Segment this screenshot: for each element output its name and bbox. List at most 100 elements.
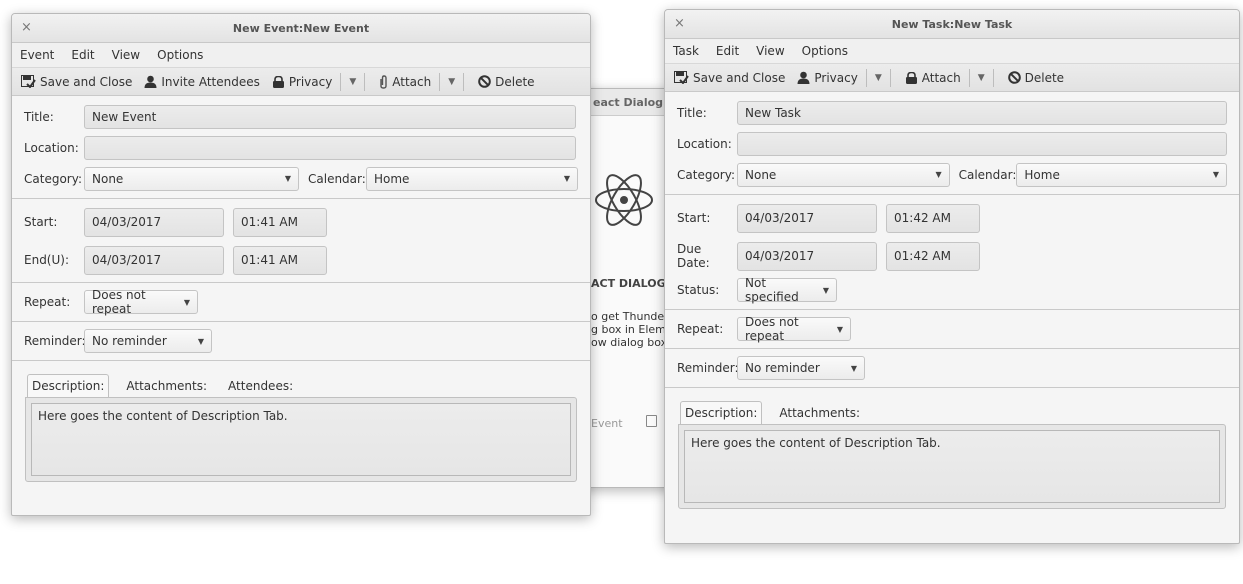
location-row: Location:	[24, 132, 578, 163]
location-input[interactable]	[737, 131, 1227, 156]
person-icon	[797, 71, 810, 84]
location-label: Location:	[677, 136, 732, 151]
attach-button[interactable]: Attach	[379, 75, 431, 89]
calendar-select[interactable]: Home ▼	[1016, 162, 1227, 187]
start-label: Start:	[24, 215, 58, 229]
invite-attendees-button[interactable]: Invite Attendees	[144, 75, 260, 89]
privacy-dropdown-arrow-icon[interactable]: ▼	[875, 73, 882, 83]
repeat-select[interactable]: Does not repeat ▼	[737, 315, 851, 343]
tab-attendees[interactable]: Attendees:	[224, 375, 297, 397]
attach-label: Attach	[921, 70, 961, 85]
description-textarea[interactable]: Here goes the content of Description Tab…	[684, 430, 1220, 503]
end-time-input[interactable]: 01:41 AM	[233, 245, 327, 275]
menu-options[interactable]: Options	[802, 44, 848, 58]
save-and-close-label: Save and Close	[693, 70, 786, 85]
save-and-close-label: Save and Close	[40, 74, 133, 89]
end-date-input[interactable]: 04/03/2017	[84, 245, 224, 275]
reminder-label: Reminder:	[677, 361, 739, 375]
save-and-close-button[interactable]: Save and Close	[674, 71, 785, 85]
close-icon[interactable]: ×	[674, 16, 685, 31]
menu-task[interactable]: Task	[673, 44, 699, 58]
menu-view[interactable]: View	[112, 48, 140, 62]
atom-icon	[593, 169, 655, 234]
category-row: Category: None ▼ Calendar: Home ▼	[24, 163, 578, 194]
calendar-value: Home	[374, 171, 410, 186]
no-entry-icon	[1007, 71, 1021, 84]
tab-description[interactable]: Description:	[680, 401, 763, 424]
description-textarea[interactable]: Here goes the content of Description Tab…	[31, 403, 571, 476]
menu-edit[interactable]: Edit	[71, 48, 94, 62]
toolbar-separator	[968, 68, 970, 87]
reminder-select[interactable]: No reminder ▼	[737, 356, 865, 380]
event-tab-panel: Description: Attachments: Attendees: Her…	[25, 367, 577, 482]
reminder-select[interactable]: No reminder ▼	[84, 329, 212, 353]
title-row: Title: New Event	[24, 101, 578, 132]
start-row: Start: 04/03/2017 01:41 AM	[24, 203, 578, 241]
lock-icon	[905, 71, 917, 84]
title-input[interactable]: New Event	[84, 104, 576, 129]
category-value: None	[745, 167, 777, 182]
task-tab-panel: Description: Attachments: Here goes the …	[678, 394, 1226, 509]
background-dialog-line-3: ow dialog box	[591, 336, 668, 349]
repeat-value: Does not repeat	[745, 315, 799, 343]
chevron-down-icon: ▼	[197, 336, 204, 346]
chevron-down-icon: ▼	[183, 297, 190, 307]
chevron-down-icon: ▼	[563, 174, 570, 183]
start-time-input[interactable]: 01:42 AM	[886, 203, 980, 233]
repeat-label: Repeat:	[24, 295, 71, 309]
task-menubar: Task Edit View Options	[665, 39, 1239, 64]
category-label: Category:	[24, 171, 82, 186]
tab-attachments[interactable]: Attachments:	[775, 402, 864, 424]
menu-view[interactable]: View	[756, 44, 784, 58]
category-select[interactable]: None ▼	[84, 166, 299, 191]
start-time-input[interactable]: 01:41 AM	[233, 207, 327, 237]
calendar-icon	[646, 415, 657, 427]
event-window: × New Event:New Event Event Edit View Op…	[11, 13, 591, 516]
menu-edit[interactable]: Edit	[716, 44, 739, 58]
location-row: Location:	[677, 128, 1227, 159]
close-icon[interactable]: ×	[21, 20, 32, 35]
title-input[interactable]: New Task	[737, 100, 1227, 125]
tab-description[interactable]: Description:	[27, 374, 110, 397]
calendar-select[interactable]: Home ▼	[366, 166, 578, 191]
attach-dropdown-arrow-icon[interactable]: ▼	[448, 77, 455, 87]
category-select[interactable]: None ▼	[737, 162, 950, 187]
repeat-select[interactable]: Does not repeat ▼	[84, 288, 198, 316]
event-tabs: Description: Attachments: Attendees:	[25, 367, 577, 397]
due-date-input[interactable]: 04/03/2017	[737, 241, 877, 271]
tab-attachments[interactable]: Attachments:	[122, 375, 211, 397]
menu-event[interactable]: Event	[20, 48, 54, 62]
toolbar-separator	[865, 68, 867, 87]
menu-options[interactable]: Options	[157, 48, 203, 62]
background-dialog-footer: Event	[591, 417, 623, 430]
delete-button[interactable]: Delete	[478, 74, 535, 89]
start-date-input[interactable]: 04/03/2017	[84, 207, 224, 237]
delete-button[interactable]: Delete	[1007, 71, 1064, 85]
calendar-value: Home	[1024, 167, 1060, 182]
description-pane: Here goes the content of Description Tab…	[678, 424, 1226, 509]
category-value: None	[92, 171, 124, 186]
privacy-dropdown-arrow-icon[interactable]: ▼	[349, 77, 356, 87]
status-select[interactable]: Not specified ▼	[737, 276, 837, 304]
reminder-value: No reminder	[745, 361, 820, 375]
calendar-label: Calendar:	[308, 171, 366, 186]
toolbar-separator	[439, 72, 441, 91]
attach-button[interactable]: Attach	[905, 71, 961, 85]
save-and-close-button[interactable]: Save and Close	[21, 75, 132, 89]
no-entry-icon	[478, 75, 491, 88]
event-window-title: New Event:New Event	[232, 21, 370, 35]
due-date-label: Due Date:	[677, 242, 710, 270]
title-label: Title:	[24, 109, 54, 124]
category-row: Category: None ▼ Calendar: Home ▼	[677, 159, 1227, 190]
privacy-button[interactable]: Privacy	[797, 71, 858, 85]
event-toolbar: Save and Close Invite Attendees Privacy …	[12, 68, 590, 96]
privacy-button[interactable]: Privacy	[272, 75, 332, 89]
due-time-input[interactable]: 01:42 AM	[886, 241, 980, 271]
location-input[interactable]	[84, 135, 576, 160]
chevron-down-icon: ▼	[284, 174, 291, 183]
privacy-label: Privacy	[288, 74, 333, 89]
location-label: Location:	[24, 140, 79, 155]
start-date-input[interactable]: 04/03/2017	[737, 203, 877, 233]
attach-dropdown-arrow-icon[interactable]: ▼	[978, 73, 985, 83]
delete-label: Delete	[495, 74, 535, 89]
